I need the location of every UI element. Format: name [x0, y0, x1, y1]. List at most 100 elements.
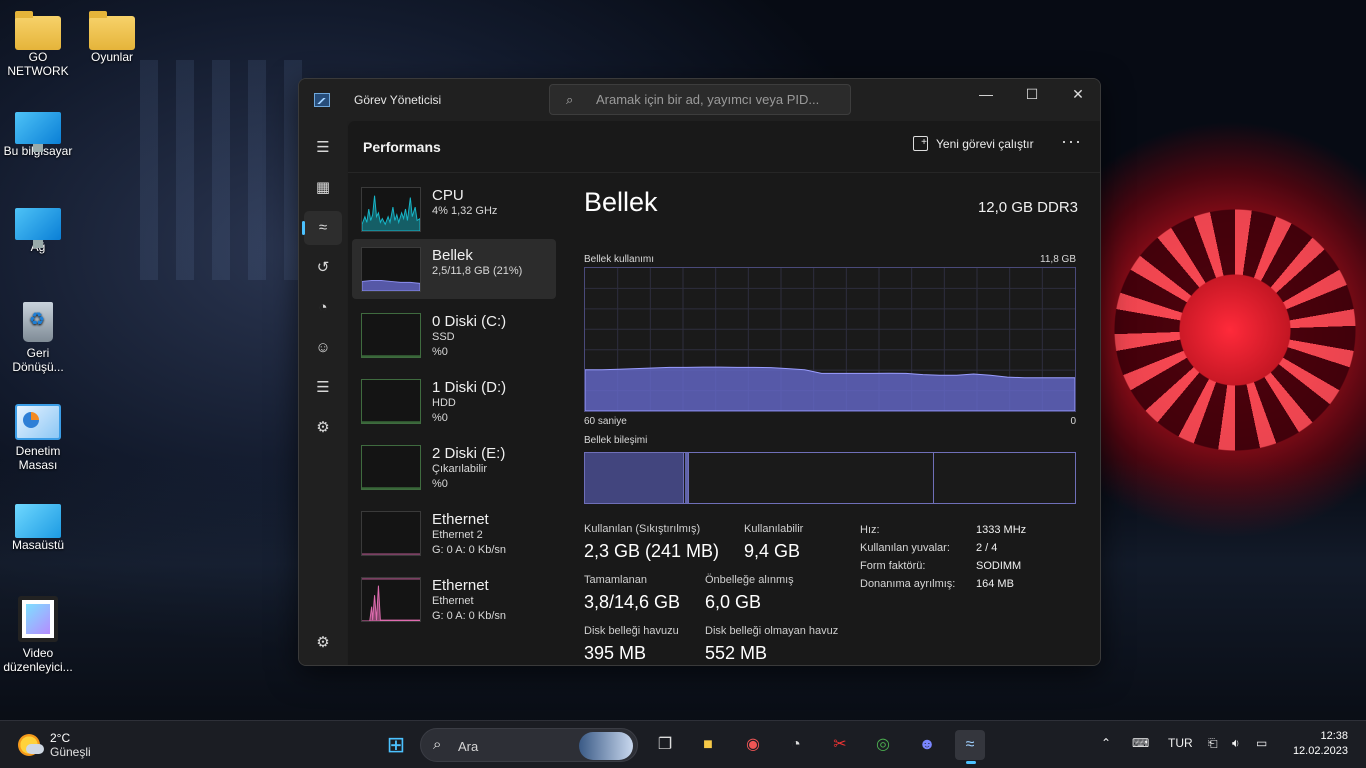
- discord-icon[interactable]: ☻: [912, 730, 942, 760]
- clock-time: 12:38: [1320, 730, 1348, 742]
- startup-apps-icon[interactable]: ◔: [304, 291, 342, 325]
- desktop-icon-video-editor[interactable]: Video düzenleyici...: [1, 596, 75, 674]
- start-button-icon[interactable]: ⊞: [381, 730, 411, 760]
- run-new-task-button[interactable]: + Yeni görevi çalıştır: [913, 136, 1034, 151]
- network-icon[interactable]: ⎗: [1208, 736, 1218, 751]
- perf-item-disk-e[interactable]: 2 Diski (E:) Çıkarılabilir %0: [352, 437, 556, 497]
- control-panel-icon: [15, 404, 61, 440]
- keyboard-icon[interactable]: ⌨: [1132, 736, 1149, 750]
- taskbar-search[interactable]: ⌕ Ara: [420, 728, 638, 762]
- page-title: Performans: [363, 139, 441, 155]
- memory-composition-bar: [584, 452, 1076, 504]
- cached-value: 6,0 GB: [705, 592, 762, 612]
- memory-thumbnail: [361, 247, 421, 292]
- monitor-icon: [15, 112, 61, 152]
- spec-speed-label: Hız:: [860, 524, 880, 536]
- performance-list: CPU 4% 1,32 GHz Bellek 2,5/11,8 GB (21%)…: [348, 173, 556, 665]
- media-app-icon[interactable]: ◉: [738, 730, 768, 760]
- composition-standby: [689, 453, 934, 503]
- app-history-icon[interactable]: ↺: [304, 251, 342, 285]
- nonpaged-pool-label: Disk belleği olmayan havuz: [705, 625, 839, 637]
- weather-temperature: 2°C: [50, 731, 71, 745]
- search-highlight-image: [579, 732, 633, 760]
- committed-value: 3,8/14,6 GB: [584, 592, 681, 612]
- nonpaged-pool-value: 552 MB: [705, 643, 768, 663]
- ethernet-thumbnail: [361, 577, 421, 622]
- desktop-icon-go-network[interactable]: GO NETWORK: [1, 11, 75, 78]
- battery-icon[interactable]: ▭: [1256, 736, 1267, 750]
- chrome-icon[interactable]: ◎: [868, 730, 898, 760]
- hamburger-menu-icon[interactable]: ☰: [304, 131, 342, 165]
- available-value: 9,4 GB: [744, 541, 801, 561]
- task-manager-app-icon: [314, 93, 330, 107]
- spec-reserved-value: 164 MB: [976, 578, 1014, 590]
- perf-item-cpu[interactable]: CPU 4% 1,32 GHz: [352, 179, 556, 239]
- search-icon: ⌕: [566, 92, 574, 107]
- desktop-icon-this-pc[interactable]: Bu bilgisayar: [1, 108, 75, 158]
- perf-item-disk-c[interactable]: 0 Diski (C:) SSD %0: [352, 305, 556, 365]
- wallpaper-fan: [1110, 200, 1360, 460]
- close-button[interactable]: ✕: [1055, 79, 1100, 111]
- weather-widget[interactable]: 2°C Güneşli: [18, 731, 91, 759]
- paged-pool-label: Disk belleği havuzu: [584, 625, 679, 637]
- weather-sunny-icon: [18, 734, 44, 756]
- search-input[interactable]: [596, 85, 846, 114]
- processes-icon[interactable]: ▦: [304, 171, 342, 205]
- services-icon[interactable]: ⚙: [304, 411, 342, 445]
- desktop-icon-oyunlar[interactable]: Oyunlar: [75, 11, 149, 64]
- perf-item-disk-d[interactable]: 1 Diski (D:) HDD %0: [352, 371, 556, 431]
- input-language[interactable]: TUR: [1168, 736, 1193, 750]
- composition-label: Bellek bileşimi: [584, 435, 648, 446]
- performance-icon[interactable]: ≈: [302, 211, 342, 245]
- perf-item-ethernet[interactable]: Ethernet Ethernet G: 0 A: 0 Kb/sn: [352, 569, 556, 629]
- file-explorer-icon[interactable]: ■: [693, 730, 723, 760]
- perf-item-ethernet-2[interactable]: Ethernet Ethernet 2 G: 0 A: 0 Kb/sn: [352, 503, 556, 563]
- disk-e-thumbnail: [361, 445, 421, 490]
- users-icon[interactable]: ☺: [304, 331, 342, 365]
- task-manager-window: Görev Yöneticisi ⌕ — ☐ ✕ ☰ ▦ ≈ ↺ ◔ ☺ ☰ ⚙…: [298, 78, 1101, 666]
- memory-title: Bellek: [584, 187, 658, 217]
- wallpaper-stripes: [140, 60, 320, 280]
- graph-zero-label: 0: [1070, 416, 1076, 427]
- maximize-button[interactable]: ☐: [1009, 79, 1055, 111]
- recycle-bin-icon: [23, 302, 53, 342]
- disk-c-thumbnail: [361, 313, 421, 358]
- weather-description: Güneşli: [50, 745, 91, 759]
- volume-icon[interactable]: 🔉︎: [1232, 736, 1240, 751]
- folder-icon: [89, 11, 135, 50]
- spec-speed-value: 1333 MHz: [976, 524, 1027, 536]
- perf-item-memory[interactable]: Bellek 2,5/11,8 GB (21%): [352, 239, 556, 299]
- in-use-value: 2,3 GB (241 MB): [584, 541, 720, 561]
- window-title: Görev Yöneticisi: [354, 93, 442, 107]
- spec-form-factor-label: Form faktörü:: [860, 560, 926, 572]
- details-icon[interactable]: ☰: [304, 371, 342, 405]
- clock[interactable]: 12:38 12.02.2023: [1293, 729, 1348, 759]
- spec-slots-value: 2 / 4: [976, 542, 998, 554]
- desktop-icon-recycle-bin[interactable]: Geri Dönüşü...: [1, 302, 75, 374]
- paged-pool-value: 395 MB: [584, 643, 647, 663]
- composition-in-use: [585, 453, 685, 503]
- folder-icon: [15, 11, 61, 50]
- cpu-thumbnail: [361, 187, 421, 232]
- search-icon: ⌕: [433, 736, 442, 753]
- available-label: Kullanılabilir: [744, 523, 804, 535]
- more-options-button[interactable]: ···: [1061, 131, 1082, 152]
- task-manager-taskbar-icon[interactable]: ≈: [955, 730, 985, 760]
- settings-icon[interactable]: ⚙: [304, 626, 342, 660]
- ethernet-2-thumbnail: [361, 511, 421, 556]
- desktop-icon-network[interactable]: Ağ: [1, 204, 75, 254]
- search-box[interactable]: ⌕: [549, 84, 851, 115]
- content-header: Performans + Yeni görevi çalıştır ···: [348, 121, 1100, 173]
- title-bar[interactable]: Görev Yöneticisi ⌕ — ☐ ✕: [299, 79, 1100, 121]
- tray-overflow-icon[interactable]: ⌃: [1101, 736, 1111, 750]
- minimize-button[interactable]: —: [963, 79, 1009, 111]
- desktop-icon-desktop[interactable]: Masaüstü: [1, 500, 75, 552]
- run-task-icon: +: [913, 136, 928, 151]
- task-view-icon[interactable]: ❐: [650, 730, 680, 760]
- memory-usage-area: [585, 366, 1075, 411]
- speedometer-icon[interactable]: ◔: [781, 730, 811, 760]
- snipping-tool-icon[interactable]: ✂: [825, 730, 855, 760]
- video-editor-icon: [18, 596, 58, 642]
- spec-reserved-label: Donanıma ayrılmış:: [860, 578, 956, 590]
- desktop-icon-control-panel[interactable]: Denetim Masası: [1, 404, 75, 472]
